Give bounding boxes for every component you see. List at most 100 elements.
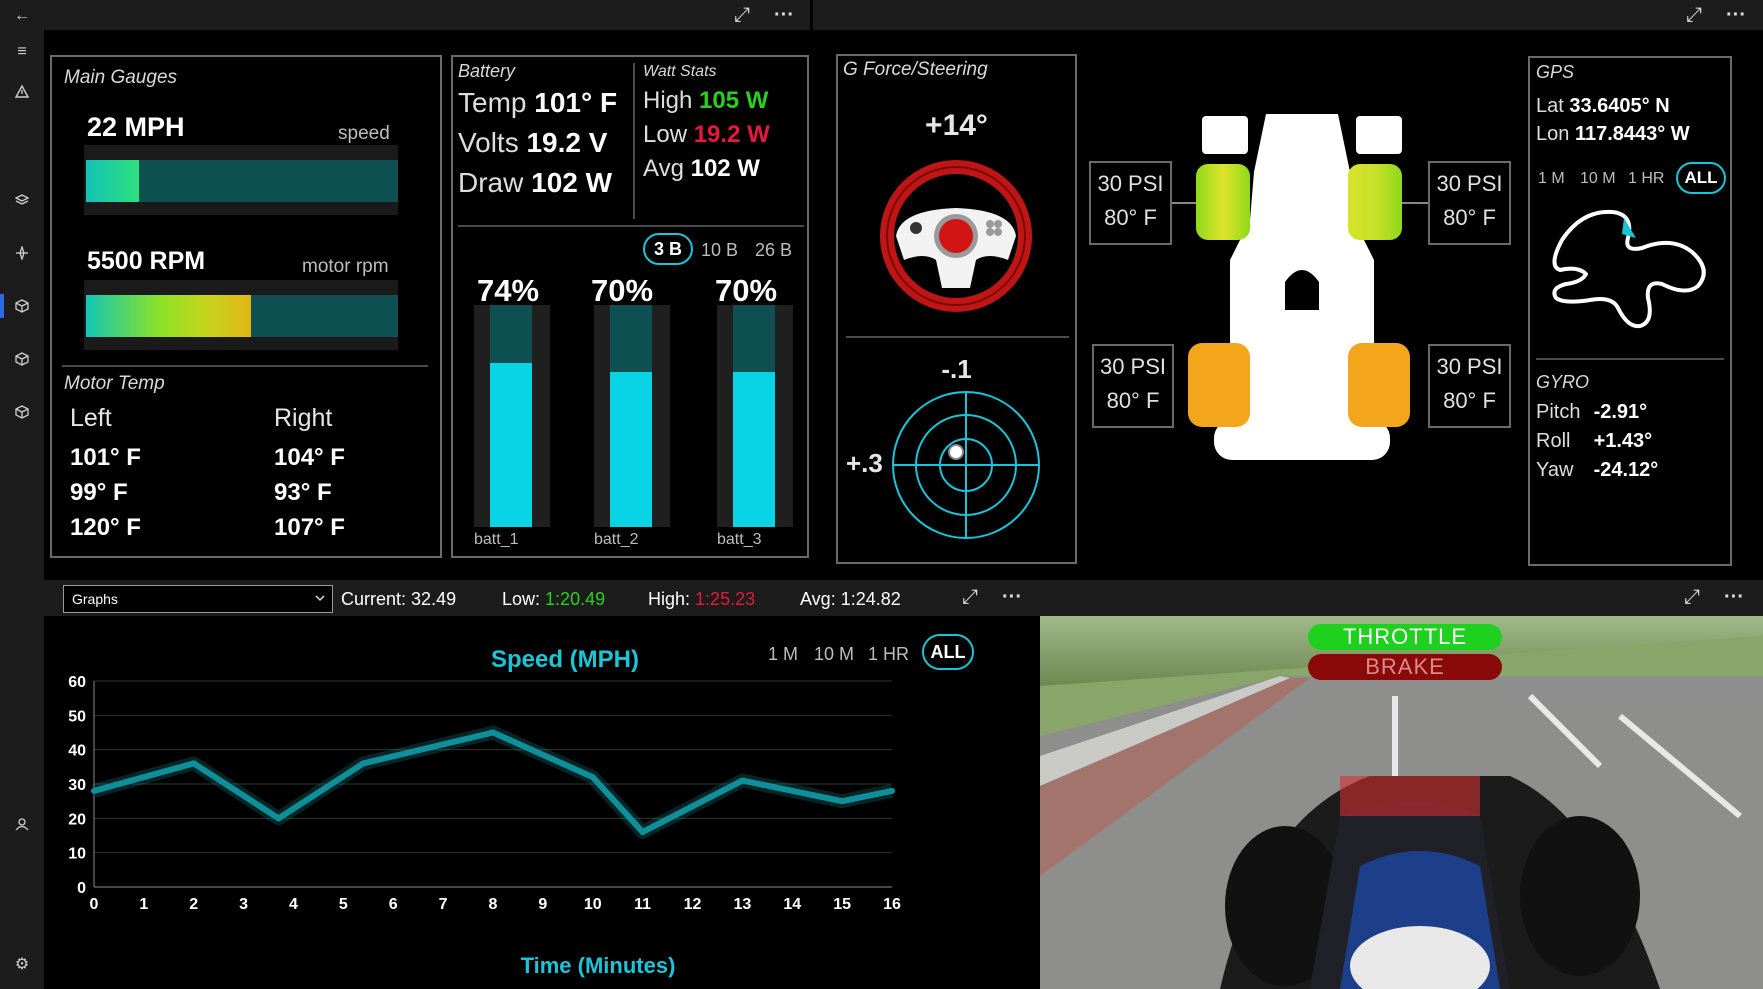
x-tick-label: 11 xyxy=(634,896,651,913)
more-options-icon[interactable]: ··· xyxy=(1002,582,1022,612)
warning-icon[interactable] xyxy=(10,80,34,104)
more-options-icon[interactable]: ··· xyxy=(1726,0,1746,30)
cube-icon[interactable] xyxy=(10,294,34,318)
motor-temp-title: Motor Temp xyxy=(64,373,165,394)
front-right-tire xyxy=(1348,164,1402,240)
gps-tab-1hr[interactable]: 1 HR xyxy=(1628,170,1664,188)
top-toolbar-left: ⤢ ··· xyxy=(44,0,810,30)
current-label: Current: xyxy=(341,589,407,609)
cell-2-percent: 70% xyxy=(590,273,654,308)
x-tick-label: 3 xyxy=(239,896,248,913)
gps-title: GPS xyxy=(1536,62,1575,82)
more-options-icon[interactable]: ··· xyxy=(1724,582,1744,612)
yaw-label: Yaw xyxy=(1536,459,1574,481)
front-left-psi: 30 PSI xyxy=(1097,171,1164,196)
data-point xyxy=(639,829,646,836)
gps-tab-10m[interactable]: 10 M xyxy=(1580,170,1616,188)
x-axis-label-text: Time (Minutes) xyxy=(520,953,676,978)
lat-value: 33.6405° N xyxy=(1569,95,1670,117)
high-label: High: xyxy=(648,589,691,609)
lon-label: Lon xyxy=(1536,123,1570,145)
g-force-dot xyxy=(948,444,964,460)
more-options-icon[interactable]: ··· xyxy=(774,0,794,30)
volts-label: Volts xyxy=(458,127,519,158)
panel-title: Main Gauges xyxy=(64,67,178,88)
y-tick-label: 50 xyxy=(68,708,86,725)
front-left-tire-info: 30 PSI 80° F xyxy=(1089,161,1172,245)
data-point xyxy=(889,787,895,794)
front-left-tire xyxy=(1196,164,1250,240)
expand-icon[interactable]: ⤢ xyxy=(734,0,750,30)
y-tick-label: 60 xyxy=(68,674,86,691)
front-right-psi: 30 PSI xyxy=(1436,171,1503,196)
g-force-vertical: -.1 xyxy=(941,354,972,384)
gps-tab-all[interactable]: ALL xyxy=(1676,162,1726,194)
y-tick-label: 30 xyxy=(68,777,86,794)
gforce-panel: G Force/Steering +14° -.1 +.3 xyxy=(836,54,1077,564)
horizontal-divider xyxy=(458,225,804,227)
x-tick-label: 5 xyxy=(339,896,348,913)
sidebar: ← ≡ ⚙ xyxy=(0,0,44,989)
battery-title: Battery xyxy=(458,61,516,81)
high-label: High xyxy=(643,87,693,114)
cube-outline-icon[interactable] xyxy=(10,347,34,371)
cell-2-fill xyxy=(610,371,652,527)
high-value: 1:25.23 xyxy=(695,589,756,609)
layers-icon[interactable] xyxy=(10,188,34,212)
avg-label: Avg: xyxy=(800,589,836,609)
graphs-dropdown[interactable]: Graphs xyxy=(63,585,333,613)
expand-icon[interactable]: ⤢ xyxy=(1686,0,1702,30)
right-temp-2: 93° F xyxy=(274,479,332,506)
x-tick-label: 1 xyxy=(139,896,148,913)
gps-tab-1m[interactable]: 1 M xyxy=(1538,170,1565,188)
tab-3b[interactable]: 3 B xyxy=(643,233,693,265)
cell-3-fill xyxy=(733,371,775,527)
gear-icon[interactable]: ⚙ xyxy=(10,952,34,976)
compass-icon[interactable] xyxy=(10,241,34,265)
rear-right-tire xyxy=(1348,343,1410,427)
steering-angle: +14° xyxy=(925,109,988,142)
tab-10b[interactable]: 10 B xyxy=(701,240,738,261)
data-point xyxy=(190,760,197,767)
cell-1-fill xyxy=(490,362,532,527)
pitch-value: -2.91° xyxy=(1593,401,1648,423)
x-tick-label: 2 xyxy=(189,896,198,913)
hamburger-icon[interactable]: ≡ xyxy=(10,40,34,64)
expand-icon[interactable]: ⤢ xyxy=(962,582,978,612)
left-temp-3: 120° F xyxy=(70,514,141,541)
video-toolbar: ⤢ ··· xyxy=(1040,580,1763,616)
cube-alt-icon[interactable] xyxy=(10,400,34,424)
main-gauges-panel: Main Gauges 22 MPH speed 5500 RPM motor … xyxy=(50,55,442,558)
watt-stats-title: Watt Stats xyxy=(643,63,717,80)
left-temp-1: 101° F xyxy=(70,444,141,471)
back-arrow-icon[interactable]: ← xyxy=(10,4,34,28)
avg-value: 102 W xyxy=(690,155,760,182)
rpm-value: 5500 RPM xyxy=(87,247,206,275)
data-point xyxy=(839,798,846,805)
speed-chart-panel: Speed (MPH) 1 M 10 M 1 HR ALL 0 10 20 30 40 5… xyxy=(44,616,1040,989)
avg-lap: Avg: 1:24.82 xyxy=(800,589,901,610)
gps-panel: GPS Lat 33.6405° N Lon 117.8443° W 1 M 1… xyxy=(1528,56,1732,566)
data-point xyxy=(739,777,746,784)
expand-icon[interactable]: ⤢ xyxy=(1684,582,1700,612)
user-icon[interactable] xyxy=(10,812,34,836)
x-axis-label: Time (Minutes) xyxy=(44,953,1040,979)
data-point xyxy=(275,815,282,822)
x-tick-label: 13 xyxy=(733,896,751,913)
throttle-indicator: THROTTLE xyxy=(1308,624,1502,650)
battery-stats: Temp 101° F Volts 19.2 V Draw 102 W xyxy=(458,83,617,203)
lon-value: 117.8443° W xyxy=(1574,123,1690,145)
tab-26b[interactable]: 26 B xyxy=(755,240,792,261)
low-value: 19.2 W xyxy=(693,121,770,148)
rear-right-psi: 30 PSI xyxy=(1436,354,1503,379)
speed-bar-fill xyxy=(86,160,140,202)
onboard-video-feed[interactable]: THROTTLE BRAKE xyxy=(1040,616,1763,989)
front-right-temp: 80° F xyxy=(1443,205,1496,230)
steering-wheel-icon xyxy=(880,160,1032,312)
front-left-temp: 80° F xyxy=(1104,205,1157,230)
rear-right-tire-info: 30 PSI 80° F xyxy=(1428,344,1511,428)
x-tick-label: 15 xyxy=(833,896,851,913)
right-header: Right xyxy=(274,404,333,432)
gyro-title: GYRO xyxy=(1536,372,1590,392)
divider xyxy=(846,336,1069,338)
